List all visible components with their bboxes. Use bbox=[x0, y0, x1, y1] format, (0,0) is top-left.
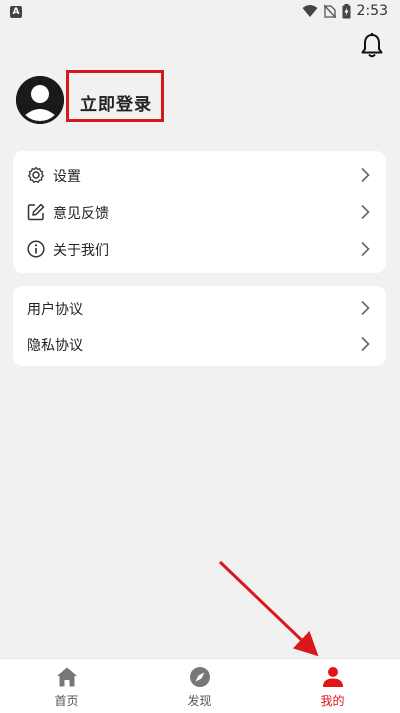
nav-mine[interactable]: 我的 bbox=[266, 659, 399, 713]
bottom-navigation: 首页 发现 我的 bbox=[0, 658, 400, 713]
login-button[interactable]: 立即登录 bbox=[80, 90, 152, 115]
menu-item-user-agreement[interactable]: 用户协议 bbox=[13, 291, 386, 325]
agreements-card: 用户协议 隐私协议 bbox=[13, 286, 386, 366]
avatar[interactable] bbox=[16, 76, 64, 124]
no-sim-icon bbox=[323, 4, 336, 18]
menu-item-label: 意见反馈 bbox=[53, 206, 109, 222]
battery-charging-icon bbox=[342, 3, 351, 18]
bell-icon[interactable] bbox=[358, 32, 386, 60]
chevron-right-icon bbox=[361, 300, 370, 316]
menu-item-label: 设置 bbox=[53, 169, 81, 185]
wifi-icon bbox=[302, 5, 318, 17]
nav-label: 我的 bbox=[320, 694, 345, 708]
settings-card: 设置 意见反馈 关于我们 bbox=[13, 151, 386, 273]
status-icons: 2:53 bbox=[302, 3, 388, 19]
edit-icon bbox=[27, 203, 45, 221]
gear-icon bbox=[28, 166, 44, 183]
compass-icon bbox=[190, 667, 210, 687]
info-icon bbox=[27, 240, 45, 258]
nav-home[interactable]: 首页 bbox=[0, 659, 133, 713]
nav-discover[interactable]: 发现 bbox=[133, 659, 266, 713]
menu-item-feedback[interactable]: 意见反馈 bbox=[13, 195, 386, 229]
chevron-right-icon bbox=[361, 167, 370, 183]
menu-item-about[interactable]: 关于我们 bbox=[13, 232, 386, 266]
clock: 2:53 bbox=[356, 3, 388, 19]
chevron-right-icon bbox=[361, 336, 370, 352]
menu-item-label: 隐私协议 bbox=[27, 338, 83, 354]
chevron-right-icon bbox=[361, 204, 370, 220]
person-icon bbox=[323, 667, 343, 687]
app-notification-icon: A bbox=[10, 6, 22, 18]
home-icon bbox=[57, 667, 77, 687]
menu-item-label: 关于我们 bbox=[53, 243, 109, 259]
chevron-right-icon bbox=[361, 241, 370, 257]
nav-label: 发现 bbox=[187, 694, 212, 708]
status-bar: A 2:53 bbox=[0, 0, 400, 24]
menu-item-label: 用户协议 bbox=[27, 302, 83, 318]
nav-label: 首页 bbox=[54, 694, 79, 708]
menu-item-settings[interactable]: 设置 bbox=[13, 158, 386, 192]
default-avatar-icon bbox=[16, 76, 64, 124]
menu-item-privacy-policy[interactable]: 隐私协议 bbox=[13, 327, 386, 361]
